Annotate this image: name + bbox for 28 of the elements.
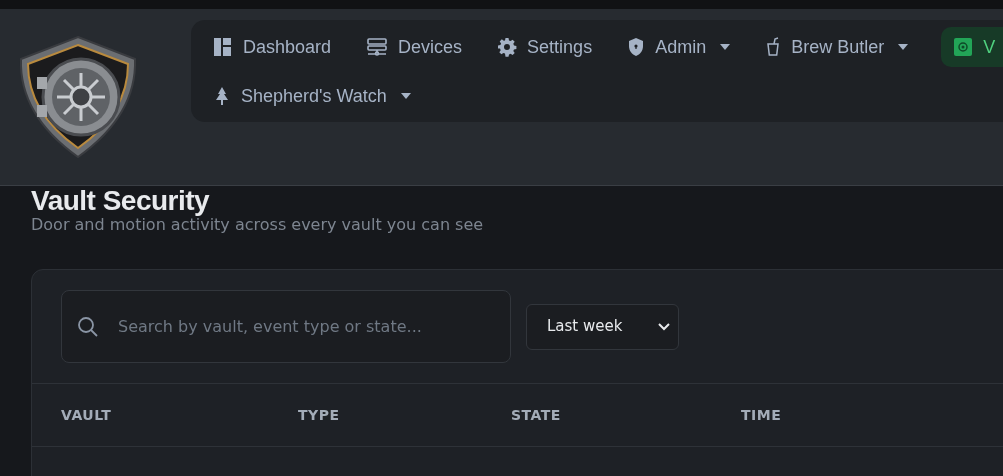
nav-link[interactable]: V bbox=[941, 27, 1003, 67]
nav-link[interactable]: Devices bbox=[364, 27, 465, 67]
caret-icon bbox=[720, 44, 731, 50]
caret-icon bbox=[898, 44, 909, 50]
column-header: TYPE bbox=[298, 405, 341, 425]
column-header: TIME bbox=[741, 405, 783, 425]
range-select[interactable]: Last week bbox=[526, 303, 679, 350]
nav-link[interactable]: Settings bbox=[495, 27, 595, 67]
settings-icon bbox=[497, 37, 518, 57]
cup-icon bbox=[765, 37, 782, 57]
shield-icon bbox=[627, 37, 646, 57]
page-subtitle: Door and motion activity across every vault you can see bbox=[31, 215, 485, 236]
chevron-down-icon bbox=[658, 322, 670, 331]
search-field[interactable]: Search by vault, event type or state... bbox=[61, 290, 511, 363]
search-icon bbox=[76, 314, 100, 339]
tree-icon bbox=[213, 86, 231, 106]
nav-link[interactable]: Dashboard bbox=[211, 27, 334, 67]
nav-link[interactable]: Brew Butler bbox=[763, 27, 911, 67]
column-header: STATE bbox=[511, 405, 562, 425]
chip-icon bbox=[953, 37, 974, 57]
nav-link[interactable]: Shepherd's Watch bbox=[211, 76, 413, 116]
search-input[interactable]: Search by vault, event type or state... bbox=[118, 314, 510, 339]
page-title: Vault Security bbox=[31, 186, 211, 216]
nav-link[interactable]: Admin bbox=[625, 27, 733, 67]
server-icon bbox=[366, 38, 389, 56]
column-header: VAULT bbox=[61, 405, 113, 425]
dashboard-icon bbox=[213, 37, 233, 57]
caret-icon bbox=[400, 93, 411, 99]
